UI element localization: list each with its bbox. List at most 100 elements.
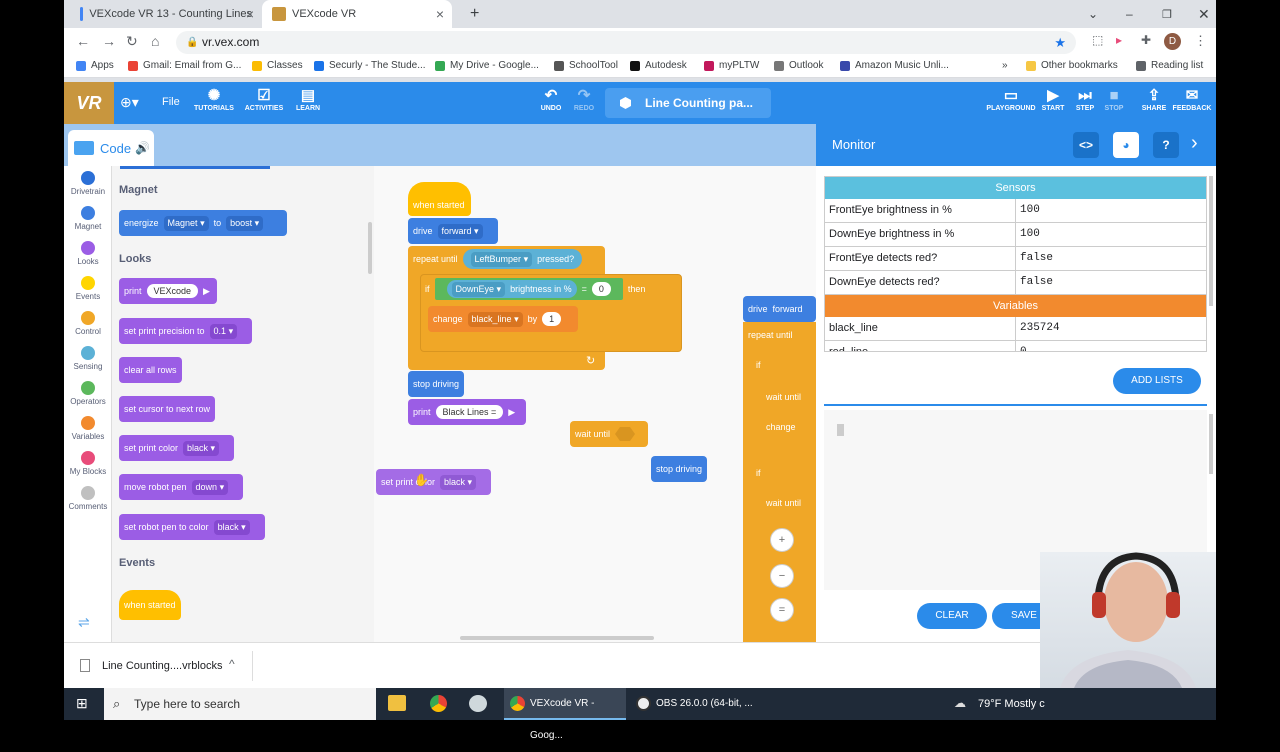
playground-button[interactable]: ▭ PLAYGROUND [986, 86, 1036, 112]
profile-avatar[interactable]: D [1164, 33, 1181, 50]
home-icon[interactable]: ⌂ [151, 33, 159, 49]
category-looks[interactable]: Looks [64, 241, 112, 266]
equals-operator[interactable]: DownEye ▾ brightness in % = 0 [434, 278, 623, 300]
redo-button[interactable]: ↷ REDO [561, 86, 607, 112]
bookmark-amazon-music[interactable]: Amazon Music Unli... [840, 60, 949, 71]
collapse-chevron-icon[interactable]: › [1191, 132, 1198, 155]
dashboard-icon[interactable]: ◕ [1113, 132, 1139, 158]
weather-icon[interactable]: ☁ [954, 696, 966, 710]
star-icon[interactable]: ★ [1054, 31, 1066, 54]
clear-rows-block[interactable]: clear all rows [119, 357, 182, 383]
bookmark-schooltool[interactable]: SchoolTool [554, 60, 618, 71]
window-close-icon[interactable]: ✕ [1188, 0, 1220, 28]
close-icon[interactable]: × [246, 6, 254, 22]
blocks-toggle-icon[interactable]: ⇌ [78, 614, 90, 631]
globe-icon[interactable]: ⊕▾ [120, 94, 139, 111]
bookmark-mypltw[interactable]: myPLTW [704, 60, 759, 71]
dragged-print-color-block[interactable]: set print color black ▾ [376, 469, 491, 495]
tutorials-button[interactable]: ✺ TUTORIALS [191, 86, 237, 112]
bookmark-other[interactable]: Other bookmarks [1026, 60, 1118, 71]
tab-vexcode-vr[interactable]: VEXcode VR × [262, 0, 452, 28]
code-view-icon[interactable]: <> [1073, 132, 1099, 158]
feedback-button[interactable]: ✉ FEEDBACK [1169, 86, 1215, 112]
print-color-block[interactable]: set print color black ▾ [119, 435, 234, 461]
second-script[interactable] [743, 322, 816, 642]
blocks-workspace[interactable]: Code 🔊 Magnet energize Magnet ▾ to boost ▾ … [64, 124, 816, 642]
puzzle-icon[interactable]: ✚ [1141, 33, 1151, 47]
category-magnet[interactable]: Magnet [64, 206, 112, 231]
downeye-sensor-block[interactable]: DownEye ▾ brightness in % [446, 280, 577, 298]
clear-button[interactable]: CLEAR [917, 603, 987, 629]
zoom-out-icon[interactable]: − [770, 564, 794, 588]
zoom-in-icon[interactable]: + [770, 528, 794, 552]
print-block[interactable]: print VEXcode ▶ [119, 278, 217, 304]
category-comments[interactable]: Comments [64, 486, 112, 511]
energize-block[interactable]: energize Magnet ▾ to boost ▾ [119, 210, 287, 236]
when-started-block[interactable]: when started [119, 590, 181, 620]
maximize-icon[interactable]: ❐ [1152, 0, 1182, 28]
file-menu[interactable]: File [162, 96, 180, 108]
bookmark-drive[interactable]: My Drive - Google... [435, 60, 539, 71]
print-precision-block[interactable]: set print precision to 0.1 ▾ [119, 318, 252, 344]
zoom-reset-icon[interactable]: = [770, 598, 794, 622]
bookmark-reading-list[interactable]: Reading list [1136, 60, 1203, 71]
new-tab-button[interactable]: + [460, 0, 489, 28]
learn-button[interactable]: ▤ LEARN [285, 86, 331, 112]
weather-text[interactable]: 79°F Mostly c [978, 698, 1045, 710]
bookmark-autodesk[interactable]: Autodesk [630, 60, 687, 71]
bookmark-securly[interactable]: Securly - The Stude... [314, 60, 426, 71]
address-bar[interactable]: 🔒 vr.vex.com ★ [176, 31, 1076, 54]
chevron-up-icon[interactable]: ^ [229, 657, 235, 671]
workspace-hscrollbar[interactable] [460, 636, 654, 640]
category-events[interactable]: Events [64, 276, 112, 301]
drive-block-2[interactable]: drive forward [743, 296, 816, 322]
taskbar-search[interactable]: ⌕ Type here to search [104, 688, 376, 720]
speaker-icon[interactable]: 🔊 [135, 141, 150, 155]
bookmarks-overflow-icon[interactable]: » [1002, 60, 1008, 71]
project-name[interactable]: Line Counting pa... [605, 88, 771, 118]
cursor-next-row-block[interactable]: set cursor to next row [119, 396, 215, 422]
menu-icon[interactable]: ⋮ [1194, 33, 1207, 49]
bumper-sensor-block[interactable]: LeftBumper ▾ pressed? [462, 249, 583, 269]
console-scrollbar[interactable] [1209, 414, 1213, 474]
category-variables[interactable]: Variables [64, 416, 112, 441]
reload-icon[interactable]: ↻ [126, 33, 138, 50]
wait-until-block[interactable]: wait until [570, 421, 648, 447]
chrome-icon[interactable] [430, 695, 447, 712]
palette-scrollbar[interactable] [368, 222, 372, 274]
bookmark-classes[interactable]: Classes [252, 60, 303, 71]
category-control[interactable]: Control [64, 311, 112, 336]
print-black-lines-block[interactable]: print Black Lines = ▶ [408, 399, 526, 425]
pen-color-block[interactable]: set robot pen to color black ▾ [119, 514, 265, 540]
code-tab[interactable]: Code 🔊 [68, 130, 154, 166]
category-drivetrain[interactable]: Drivetrain [64, 171, 112, 196]
activities-button[interactable]: ☑ ACTIVITIES [241, 86, 287, 112]
extension-icon[interactable]: ⬚ [1092, 33, 1103, 47]
category-operators[interactable]: Operators [64, 381, 112, 406]
table-scrollbar[interactable] [1209, 176, 1213, 306]
category-sensing[interactable]: Sensing [64, 346, 112, 371]
extension2-icon[interactable]: ▸ [1116, 33, 1122, 47]
windows-start-icon[interactable]: ⊞ [76, 695, 88, 712]
drive-block[interactable]: drive forward ▾ [408, 218, 498, 244]
stop-driving-block-2[interactable]: stop driving [651, 456, 707, 482]
help-icon[interactable]: ? [1153, 132, 1179, 158]
file-explorer-icon[interactable] [388, 695, 406, 711]
hat-when-started[interactable]: when started [408, 182, 471, 216]
close-icon[interactable]: × [436, 6, 444, 22]
tab-counting-lines[interactable]: VEXcode VR 13 - Counting Lines × [70, 0, 262, 28]
tab-search-icon[interactable]: ⌄ [1078, 0, 1108, 28]
taskbar-obs-app[interactable]: OBS 26.0.0 (64-bit, ... [630, 688, 754, 720]
add-lists-button[interactable]: ADD LISTS [1113, 368, 1201, 394]
back-icon[interactable]: ← [76, 33, 90, 49]
category-my-blocks[interactable]: My Blocks [64, 451, 112, 476]
forward-icon[interactable]: → [102, 33, 116, 49]
download-filename[interactable]: Line Counting....vrblocks [102, 660, 222, 672]
bookmark-gmail[interactable]: Gmail: Email from G... [128, 60, 241, 71]
bookmark-apps[interactable]: Apps [76, 60, 114, 71]
move-pen-block[interactable]: move robot pen down ▾ [119, 474, 243, 500]
change-variable-block[interactable]: change black_line ▾ by 1 [428, 306, 578, 332]
app-icon[interactable] [469, 695, 487, 712]
bookmark-outlook[interactable]: Outlook [774, 60, 823, 71]
minimize-icon[interactable]: – [1116, 0, 1143, 28]
